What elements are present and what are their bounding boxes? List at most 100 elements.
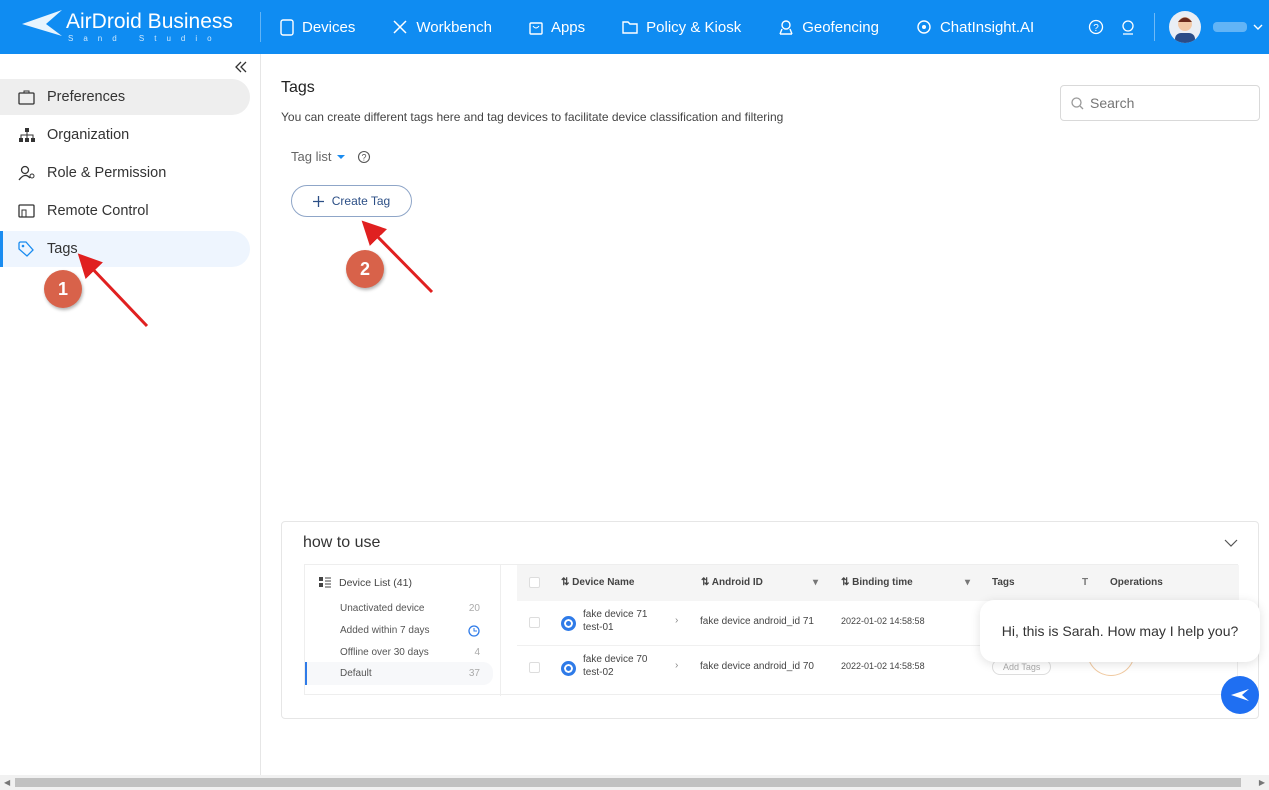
paper-plane-logo-icon [22,10,62,36]
plus-icon [312,195,324,207]
device-group: Added within 7 days [340,625,480,637]
device-name: fake device 70 [583,654,648,665]
device-sub: test-02 [583,667,614,678]
device-sub: test-01 [583,622,614,633]
sidebar: Preferences Organization Role & Permissi… [0,54,261,775]
horizontal-scrollbar[interactable]: ◀ ▶ [0,775,1269,790]
binding-time: 2022-01-02 14:58:58 [841,661,925,671]
col-operations: Operations [1110,577,1163,588]
sidebar-item-label: Remote Control [47,203,149,219]
col-binding-time: ⇅ Binding time [841,577,913,588]
nav-policy-kiosk[interactable]: Policy & Kiosk [622,19,741,36]
chevron-down-icon[interactable] [1253,23,1263,31]
org-chart-icon [19,128,35,142]
caret-down-icon: ▾ [965,577,971,588]
nav-label: Devices [302,18,356,36]
nav-label: Apps [550,18,586,36]
device-icon [561,661,576,676]
scrollbar-thumb[interactable] [15,778,1241,787]
col-android-id: ⇅ Android ID [701,577,763,588]
sidebar-item-label: Organization [47,127,130,143]
device-name: fake device 71 [583,609,648,620]
filter-icon: T [1082,577,1089,588]
chat-bubble[interactable]: Hi, this is Sarah. How may I help you? [980,600,1260,662]
header-right: ? [1088,0,1269,54]
blurred-username [1213,22,1247,32]
nav-label: ChatInsight.AI [939,18,1035,36]
nav-apps[interactable]: Apps [529,19,585,36]
sidebar-item-role-permission[interactable]: Role & Permission [0,155,250,191]
paper-plane-icon [1231,689,1249,701]
caret-down-icon [337,154,346,159]
divider [1154,13,1155,41]
logo[interactable]: AirDroid Business Sand Studio [20,8,240,48]
group-count: 37 [468,668,480,679]
briefcase-icon [18,90,35,105]
step-badge-1: 1 [44,270,82,308]
scroll-left-icon[interactable]: ◀ [4,778,10,787]
map-pin-icon [779,20,793,35]
page-description: You can create different tags here and t… [281,110,784,124]
search-icon [1071,96,1084,109]
col-tags: Tags [992,577,1015,588]
clock-icon [468,625,480,637]
sidebar-item-remote-control[interactable]: Remote Control [0,193,250,229]
nav-chatinsight[interactable]: ChatInsight.AI [916,19,1034,36]
device-list-panel: Device List (41) Unactivated device 20 Ad… [305,565,501,696]
sidebar-item-preferences[interactable]: Preferences [0,79,250,115]
scroll-right-icon[interactable]: ▶ [1259,778,1265,787]
group-label: Default [340,668,372,679]
tools-icon [393,20,407,34]
collapse-icon[interactable] [234,61,248,73]
list-icon [319,577,331,588]
panel-title: how to use [303,534,381,551]
chevron-right-icon: › [675,660,679,671]
tablet-icon [280,18,294,36]
chat-message: Hi, this is Sarah. How may I help you? [1001,623,1239,639]
caret-down-icon: ▾ [813,577,819,588]
tag-list-dropdown[interactable]: Tag list ? [291,149,371,164]
nav-workbench[interactable]: Workbench [392,19,492,36]
header-label: Device Name [572,577,635,588]
device-list-title: Device List (41) [339,577,412,589]
user-key-icon [18,165,35,181]
device-icon [561,616,576,631]
device-group: Unactivated device 20 [340,603,480,614]
step-badge-2: 2 [346,250,384,288]
chevron-down-icon[interactable] [1224,539,1238,547]
svg-text:?: ? [362,152,367,162]
sidebar-item-tags[interactable]: Tags [0,231,250,267]
sidebar-item-label: Role & Permission [47,165,167,181]
select-all-checkbox [529,577,540,588]
tag-list-label: Tag list [291,149,332,164]
nav-devices[interactable]: Devices [280,19,355,36]
binding-time: 2022-01-02 14:58:58 [841,616,925,626]
nav-geofencing[interactable]: Geofencing [778,19,879,36]
group-count: 4 [474,647,480,658]
sidebar-item-label: Preferences [47,89,126,105]
row-checkbox [529,662,540,673]
android-id: fake device android_id 71 [700,616,814,627]
nav-label: Geofencing [802,18,879,36]
help-icon[interactable]: ? [357,150,371,164]
sidebar-item-organization[interactable]: Organization [0,117,250,153]
help-icon[interactable]: ? [1088,19,1104,35]
tag-icon [18,241,34,257]
support-icon[interactable] [1120,19,1136,35]
group-label: Offline over 30 days [340,647,429,658]
create-tag-label: Create Tag [331,194,391,208]
group-label: Added within 7 days [340,625,430,636]
row-checkbox [529,617,540,628]
device-group: Offline over 30 days 4 [340,647,480,658]
bag-icon [529,22,543,35]
brand-sub: Sand Studio [68,34,222,43]
chevron-right-icon: › [675,615,679,626]
create-tag-button[interactable]: Create Tag [291,185,412,217]
group-count: 20 [468,603,480,614]
chat-button[interactable] [1221,676,1259,714]
search-input[interactable] [1090,95,1250,111]
avatar[interactable] [1169,11,1201,43]
remote-screen-icon [18,204,35,218]
svg-text:?: ? [1093,23,1099,34]
search-box[interactable] [1060,85,1260,121]
